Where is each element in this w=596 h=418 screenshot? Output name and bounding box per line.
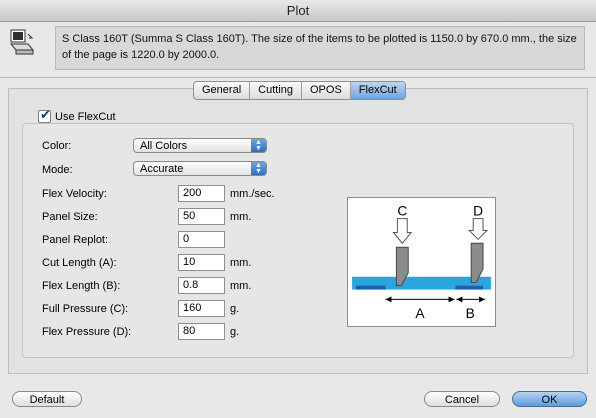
mode-select-value: Accurate [140, 163, 184, 175]
plot-info-text: S Class 160T (Summa S Class 160T). The s… [55, 26, 585, 70]
cut-length-label: Cut Length (A): [42, 257, 117, 269]
tab-bar: General Cutting OPOS FlexCut [193, 81, 406, 100]
use-flexcut-row: ✔ Use FlexCut [34, 107, 120, 123]
window-title: Plot [286, 3, 310, 18]
flex-pressure-label: Flex Pressure (D): [42, 326, 132, 338]
flex-pressure-unit: g. [230, 326, 240, 338]
flexcut-diagram: C D A B [347, 197, 496, 327]
color-label: Color: [42, 140, 72, 152]
full-pressure-unit: g. [230, 303, 240, 315]
tab-general[interactable]: General [194, 82, 251, 99]
tab-separator [0, 77, 596, 78]
cancel-button[interactable]: Cancel [424, 391, 500, 407]
panel-size-label: Panel Size: [42, 211, 98, 223]
label-a: A [415, 306, 425, 321]
cut-length-input[interactable]: 10 [178, 254, 225, 271]
plot-dialog: Plot S Class 160T (Summa S Class 160T). … [0, 0, 596, 418]
arrow-c-icon [392, 218, 413, 245]
arrow-d-icon [468, 218, 489, 241]
flex-velocity-unit: mm./sec. [230, 188, 275, 200]
cut-length-unit: mm. [230, 257, 252, 269]
tab-cutting[interactable]: Cutting [250, 82, 302, 99]
cut-segment [356, 285, 386, 290]
use-flexcut-label: Use FlexCut [55, 110, 116, 123]
panel-size-unit: mm. [230, 211, 252, 223]
full-pressure-label: Full Pressure (C): [42, 303, 129, 315]
flex-length-unit: mm. [230, 280, 252, 292]
title-bar[interactable]: Plot [0, 0, 596, 22]
flex-velocity-input[interactable]: 200 [178, 185, 225, 202]
flex-velocity-label: Flex Velocity: [42, 188, 107, 200]
full-pressure-input[interactable]: 160 [178, 300, 225, 317]
panel-replot-input[interactable]: 0 [178, 231, 225, 248]
panel-replot-label: Panel Replot: [42, 234, 109, 246]
color-select-value: All Colors [140, 140, 188, 152]
mode-select[interactable]: Accurate ▲ ▼ [133, 161, 267, 176]
use-flexcut-checkbox[interactable]: ✔ [38, 107, 51, 123]
panel-size-input[interactable]: 50 [178, 208, 225, 225]
checkmark-icon: ✔ [40, 107, 51, 122]
label-c: C [397, 204, 407, 219]
cut-segment [455, 285, 484, 290]
color-select[interactable]: All Colors ▲ ▼ [133, 138, 267, 153]
flex-pressure-input[interactable]: 80 [178, 323, 225, 340]
plotter-icon [9, 29, 35, 55]
label-b: B [466, 306, 475, 321]
ok-button[interactable]: OK [512, 391, 587, 407]
label-d: D [473, 204, 483, 219]
tab-flexcut[interactable]: FlexCut [350, 82, 405, 99]
flex-length-input[interactable]: 0.8 [178, 277, 225, 294]
tab-opos[interactable]: OPOS [302, 82, 351, 99]
default-button[interactable]: Default [12, 391, 82, 407]
flex-length-label: Flex Length (B): [42, 280, 121, 292]
select-arrows-icon: ▲ ▼ [251, 139, 266, 152]
mode-label: Mode: [42, 164, 73, 176]
select-arrows-icon: ▲ ▼ [251, 162, 266, 175]
